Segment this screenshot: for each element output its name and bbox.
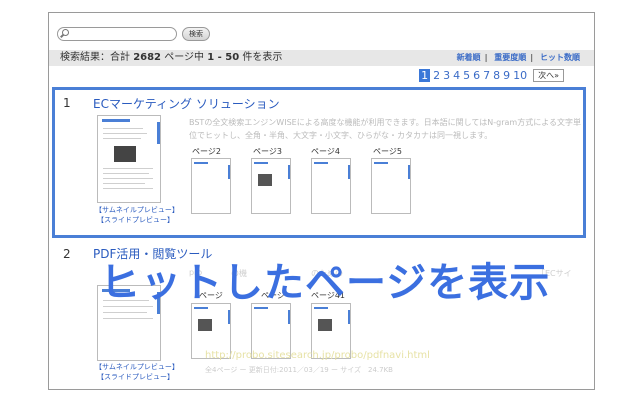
search-button[interactable]: 検索 bbox=[182, 27, 210, 41]
result-number: 2 bbox=[63, 247, 71, 261]
next-page-button[interactable]: 次へ» bbox=[533, 69, 564, 82]
summary-middle: ページ中 bbox=[164, 52, 205, 63]
slide-preview-link[interactable]: 【スライドプレビュー】 bbox=[97, 216, 174, 225]
thumbnail-preview-link[interactable]: 【サムネイルプレビュー】 bbox=[95, 363, 179, 372]
sort-newest-link[interactable]: 新着順 bbox=[457, 53, 481, 62]
sort-relevance-link[interactable]: 重要度順 bbox=[494, 53, 526, 62]
search-input[interactable] bbox=[76, 34, 171, 47]
page-link-1[interactable]: 1 bbox=[419, 69, 431, 82]
page-thumb-label: ページ3 bbox=[253, 147, 282, 156]
page-link-6[interactable]: 6 bbox=[473, 69, 480, 82]
summary-suffix: 件を表示 bbox=[242, 52, 283, 63]
page-thumb-label: ページ4 bbox=[311, 147, 340, 156]
search-field[interactable] bbox=[57, 27, 177, 47]
sort-links: 新着順 | 重要度順 | ヒット数順 bbox=[456, 53, 580, 62]
page-thumbnail[interactable] bbox=[191, 158, 231, 214]
total-count: 2682 bbox=[133, 52, 162, 63]
page-thumbnail[interactable] bbox=[371, 158, 411, 214]
search-icon bbox=[62, 29, 69, 36]
page-link-7[interactable]: 7 bbox=[483, 69, 490, 82]
result-url[interactable]: http://probo.sitesearch.jp/probo/pdfnavi… bbox=[205, 350, 430, 361]
result-range: 1 - 50 bbox=[207, 52, 240, 63]
search-bar: 検索 bbox=[57, 27, 210, 47]
page-link-5[interactable]: 5 bbox=[463, 69, 470, 82]
results-summary: 検索結果：合計 2682 ページ中 1 - 50 件を表示 bbox=[60, 50, 282, 66]
result-number: 1 bbox=[63, 96, 71, 110]
pagination: 1 2 3 4 5 6 7 8 9 10 次へ» bbox=[416, 69, 564, 82]
page-thumb-label: ページ2 bbox=[192, 147, 221, 156]
sort-hits-link[interactable]: ヒット数順 bbox=[540, 53, 580, 62]
results-summary-bar: 検索結果：合計 2682 ページ中 1 - 50 件を表示 新着順 | 重要度順 |… bbox=[49, 50, 594, 66]
page-link-8[interactable]: 8 bbox=[493, 69, 500, 82]
page-link-3[interactable]: 3 bbox=[443, 69, 450, 82]
result-snippet: BSTの全文検索エンジンWISEによる高度な機能が利用できます。日本語に関しては… bbox=[189, 118, 581, 140]
result-meta: 全4ページ ー 更新日付:2011／03／19 ー サイズ 24.7KB bbox=[205, 366, 393, 374]
result-title-link[interactable]: ECマーケティング ソリューション bbox=[93, 95, 280, 112]
thumbnail-preview-link[interactable]: 【サムネイルプレビュー】 bbox=[95, 206, 179, 215]
overlay-caption: ヒットしたページを表示 bbox=[100, 260, 551, 306]
summary-prefix: 検索結果：合計 bbox=[60, 52, 130, 63]
search-results-panel: 検索 検索結果：合計 2682 ページ中 1 - 50 件を表示 新着順 | 重要… bbox=[48, 12, 595, 390]
page-link-9[interactable]: 9 bbox=[503, 69, 510, 82]
page-thumbnail[interactable] bbox=[311, 158, 351, 214]
page-thumbnail[interactable] bbox=[251, 158, 291, 214]
result-thumbnail[interactable] bbox=[97, 115, 161, 203]
page-link-4[interactable]: 4 bbox=[453, 69, 460, 82]
slide-preview-link[interactable]: 【スライドプレビュー】 bbox=[97, 373, 174, 382]
page-link-10[interactable]: 10 bbox=[513, 69, 527, 82]
page-thumb-label: ページ5 bbox=[373, 147, 402, 156]
page-link-2[interactable]: 2 bbox=[433, 69, 440, 82]
